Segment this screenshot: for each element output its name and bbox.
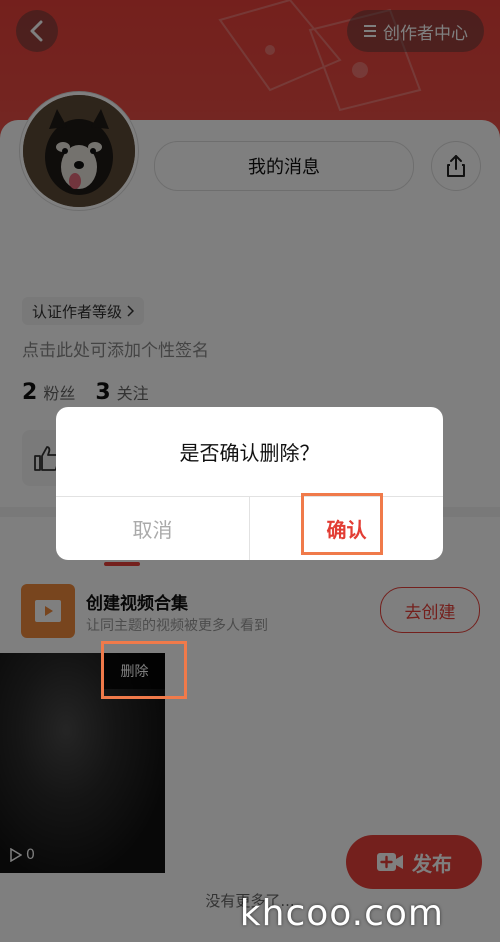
confirm-highlight-box <box>301 493 383 555</box>
dialog-title: 是否确认删除？ <box>179 441 320 465</box>
watermark: khcoo.com <box>239 893 444 934</box>
confirm-delete-dialog: 是否确认删除？ 取消 确认 <box>56 407 443 560</box>
cancel-button[interactable]: 取消 <box>56 497 249 560</box>
delete-highlight-box <box>101 641 187 699</box>
